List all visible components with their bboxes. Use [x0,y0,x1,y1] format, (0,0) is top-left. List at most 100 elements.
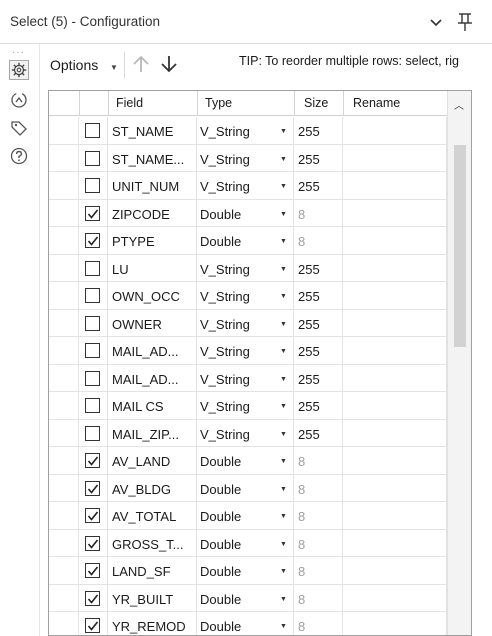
scroll-up-icon[interactable]: ︿ [454,97,464,112]
column-header-type[interactable]: Type [205,96,232,110]
row-selector[interactable] [49,117,79,144]
row-selector[interactable] [49,309,79,336]
size-cell[interactable]: 255 [294,392,343,419]
options-menu[interactable]: Options [50,57,98,73]
rename-cell[interactable] [343,199,447,226]
type-dropdown[interactable]: Double ▼ [197,584,294,611]
type-dropdown[interactable]: V_String ▼ [197,144,294,171]
table-row[interactable]: OWN_OCC V_String ▼ 255 [49,282,447,310]
field-checkbox[interactable] [85,343,100,358]
type-dropdown[interactable]: V_String ▼ [197,172,294,199]
rename-cell[interactable] [343,447,447,474]
dropdown-arrow-icon[interactable]: ▼ [280,238,287,245]
type-dropdown[interactable]: V_String ▼ [197,364,294,391]
field-checkbox[interactable] [85,535,100,551]
pin-icon[interactable] [456,11,474,33]
row-selector[interactable] [49,364,79,391]
dropdown-arrow-icon[interactable]: ▼ [280,321,287,328]
dropdown-arrow-icon[interactable]: ▼ [280,183,287,190]
size-cell[interactable]: 255 [294,364,343,391]
table-row[interactable]: YR_REMOD Double ▼ 8 [49,612,447,635]
size-cell[interactable]: 255 [294,254,343,281]
type-dropdown[interactable]: Double ▼ [197,447,294,474]
dropdown-arrow-icon[interactable]: ▼ [280,128,287,135]
type-dropdown[interactable]: V_String ▼ [197,337,294,364]
drag-handle-icon[interactable]: ··· [12,47,25,58]
table-row[interactable]: ST_NAME V_String ▼ 255 [49,117,447,145]
table-row[interactable]: LU V_String ▼ 255 [49,254,447,282]
vertical-scrollbar[interactable]: ︿ [447,91,471,635]
row-selector[interactable] [49,282,79,309]
rename-cell[interactable] [343,337,447,364]
dropdown-arrow-icon[interactable]: ▼ [280,568,287,575]
move-down-icon[interactable] [159,53,179,75]
row-selector[interactable] [49,172,79,199]
type-dropdown[interactable]: Double ▼ [197,502,294,529]
dropdown-arrow-icon[interactable]: ▼ [280,348,287,355]
field-checkbox[interactable] [85,508,100,523]
table-row[interactable]: ST_NAME... V_String ▼ 255 [49,144,447,172]
field-checkbox[interactable] [85,288,100,303]
dropdown-arrow-icon[interactable]: ▼ [280,211,287,218]
help-icon[interactable] [9,146,29,166]
size-cell[interactable]: 8 [294,502,343,529]
table-row[interactable]: AV_BLDG Double ▼ 8 [49,474,447,502]
table-row[interactable]: AV_TOTAL Double ▼ 8 [49,502,447,530]
scrollbar-thumb[interactable] [454,145,466,347]
rename-cell[interactable] [343,557,447,584]
field-checkbox[interactable] [85,425,100,441]
size-cell[interactable]: 8 [294,584,343,611]
navigate-icon[interactable] [9,90,29,110]
type-dropdown[interactable]: Double ▼ [197,227,294,254]
field-checkbox[interactable] [85,480,100,496]
size-cell[interactable]: 255 [294,309,343,336]
row-selector[interactable] [49,474,79,501]
field-checkbox[interactable] [85,150,100,166]
row-selector[interactable] [49,419,79,446]
table-row[interactable]: MAIL_AD... V_String ▼ 255 [49,337,447,365]
field-checkbox[interactable] [85,563,100,578]
dropdown-arrow-icon[interactable]: ▼ [280,403,287,410]
rename-cell[interactable] [343,254,447,281]
chevron-down-icon[interactable] [427,12,445,32]
rename-cell[interactable] [343,117,447,144]
field-checkbox[interactable] [85,590,100,606]
size-cell[interactable]: 8 [294,199,343,226]
field-checkbox[interactable] [85,205,100,221]
table-row[interactable]: ZIPCODE Double ▼ 8 [49,199,447,227]
rename-cell[interactable] [343,529,447,556]
table-row[interactable]: AV_LAND Double ▼ 8 [49,447,447,475]
field-checkbox[interactable] [85,123,100,138]
rename-cell[interactable] [343,612,447,635]
size-cell[interactable]: 255 [294,117,343,144]
column-header-field[interactable]: Field [116,96,143,110]
type-dropdown[interactable]: V_String ▼ [197,282,294,309]
type-dropdown[interactable]: V_String ▼ [197,117,294,144]
type-dropdown[interactable]: V_String ▼ [197,392,294,419]
dropdown-arrow-icon[interactable]: ▼ [280,513,287,520]
options-caret-icon[interactable]: ▼ [110,63,118,72]
field-checkbox[interactable] [85,260,100,276]
dropdown-arrow-icon[interactable]: ▼ [280,293,287,300]
rename-cell[interactable] [343,474,447,501]
field-checkbox[interactable] [85,453,100,468]
table-row[interactable]: GROSS_T... Double ▼ 8 [49,529,447,557]
size-cell[interactable]: 255 [294,144,343,171]
size-cell[interactable]: 8 [294,474,343,501]
rename-cell[interactable] [343,172,447,199]
size-cell[interactable]: 8 [294,557,343,584]
column-header-size[interactable]: Size [304,96,328,110]
size-cell[interactable]: 8 [294,227,343,254]
table-row[interactable]: MAIL CS V_String ▼ 255 [49,392,447,420]
row-selector[interactable] [49,502,79,529]
dropdown-arrow-icon[interactable]: ▼ [280,541,287,548]
size-cell[interactable]: 255 [294,172,343,199]
table-row[interactable]: PTYPE Double ▼ 8 [49,227,447,255]
row-selector[interactable] [49,612,79,635]
field-checkbox[interactable] [85,178,100,193]
rename-cell[interactable] [343,392,447,419]
type-dropdown[interactable]: Double ▼ [197,199,294,226]
dropdown-arrow-icon[interactable]: ▼ [280,623,287,630]
dropdown-arrow-icon[interactable]: ▼ [280,458,287,465]
table-row[interactable]: OWNER V_String ▼ 255 [49,309,447,337]
